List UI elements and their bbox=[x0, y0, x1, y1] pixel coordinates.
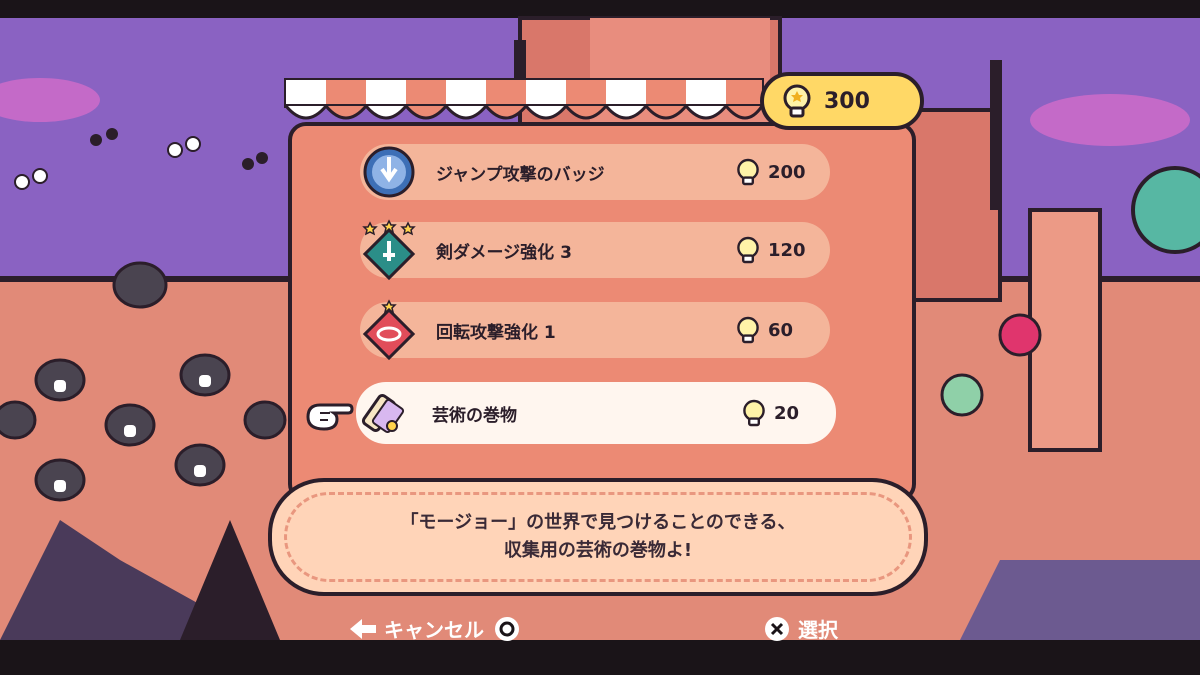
item-price-value: 20 bbox=[774, 402, 800, 424]
lightbulb-coin-icon bbox=[737, 158, 759, 186]
game-screen: 300 ジャンプ攻撃のバッジ 200 剣ダメージ強化 3 120 回転攻撃強化 … bbox=[0, 0, 1200, 675]
currency-display: 300 bbox=[760, 72, 924, 130]
item-description-box: 「モージョー」の世界で見つけることのできる、 収集用の芸術の巻物よ! bbox=[268, 478, 928, 596]
shop-item-sword-upgrade[interactable]: 剣ダメージ強化 3 120 bbox=[358, 219, 830, 281]
cancel-label: キャンセル bbox=[384, 618, 484, 642]
item-price: 20 bbox=[742, 399, 814, 427]
item-price: 60 bbox=[736, 316, 808, 344]
item-price-value: 120 bbox=[768, 239, 806, 261]
select-label: 選択 bbox=[798, 618, 838, 642]
lightbulb-coin-icon bbox=[743, 399, 765, 427]
item-name: 剣ダメージ強化 3 bbox=[436, 242, 572, 263]
item-name: 芸術の巻物 bbox=[432, 405, 517, 426]
currency-amount: 300 bbox=[824, 88, 870, 114]
select-control[interactable]: 選択 bbox=[764, 614, 838, 643]
lightbulb-coin-icon bbox=[737, 316, 759, 344]
item-name: ジャンプ攻撃のバッジ bbox=[436, 164, 605, 185]
description-line-1: 「モージョー」の世界で見つけることのできる、 bbox=[400, 512, 796, 533]
lightbulb-coin-icon bbox=[783, 84, 811, 118]
shop-awning bbox=[284, 78, 764, 120]
cancel-control[interactable]: キャンセル bbox=[348, 614, 520, 643]
shop-item-spin-upgrade[interactable]: 回転攻撃強化 1 60 bbox=[358, 299, 830, 361]
control-hints: キャンセル 選択 bbox=[0, 606, 1200, 650]
item-price: 200 bbox=[736, 158, 808, 186]
lightbulb-coin-icon bbox=[737, 236, 759, 264]
description-line-2: 収集用の芸術の巻物よ! bbox=[503, 540, 693, 561]
shop-item-jump-badge[interactable]: ジャンプ攻撃のバッジ 200 bbox=[360, 144, 830, 200]
item-name: 回転攻撃強化 1 bbox=[436, 322, 556, 343]
jump-badge-icon bbox=[358, 141, 420, 203]
pointing-hand-cursor-icon bbox=[306, 403, 354, 431]
item-price: 120 bbox=[736, 236, 808, 264]
art-scroll-icon bbox=[354, 382, 416, 444]
cross-button-icon bbox=[765, 616, 789, 641]
shop-item-art-scroll[interactable]: 芸術の巻物 20 bbox=[356, 382, 836, 444]
back-arrow-icon bbox=[350, 618, 376, 639]
circle-button-icon bbox=[495, 616, 519, 641]
sword-upgrade-icon bbox=[358, 219, 420, 281]
item-price-value: 200 bbox=[768, 161, 806, 183]
spin-upgrade-icon bbox=[358, 299, 420, 361]
item-price-value: 60 bbox=[768, 319, 794, 341]
